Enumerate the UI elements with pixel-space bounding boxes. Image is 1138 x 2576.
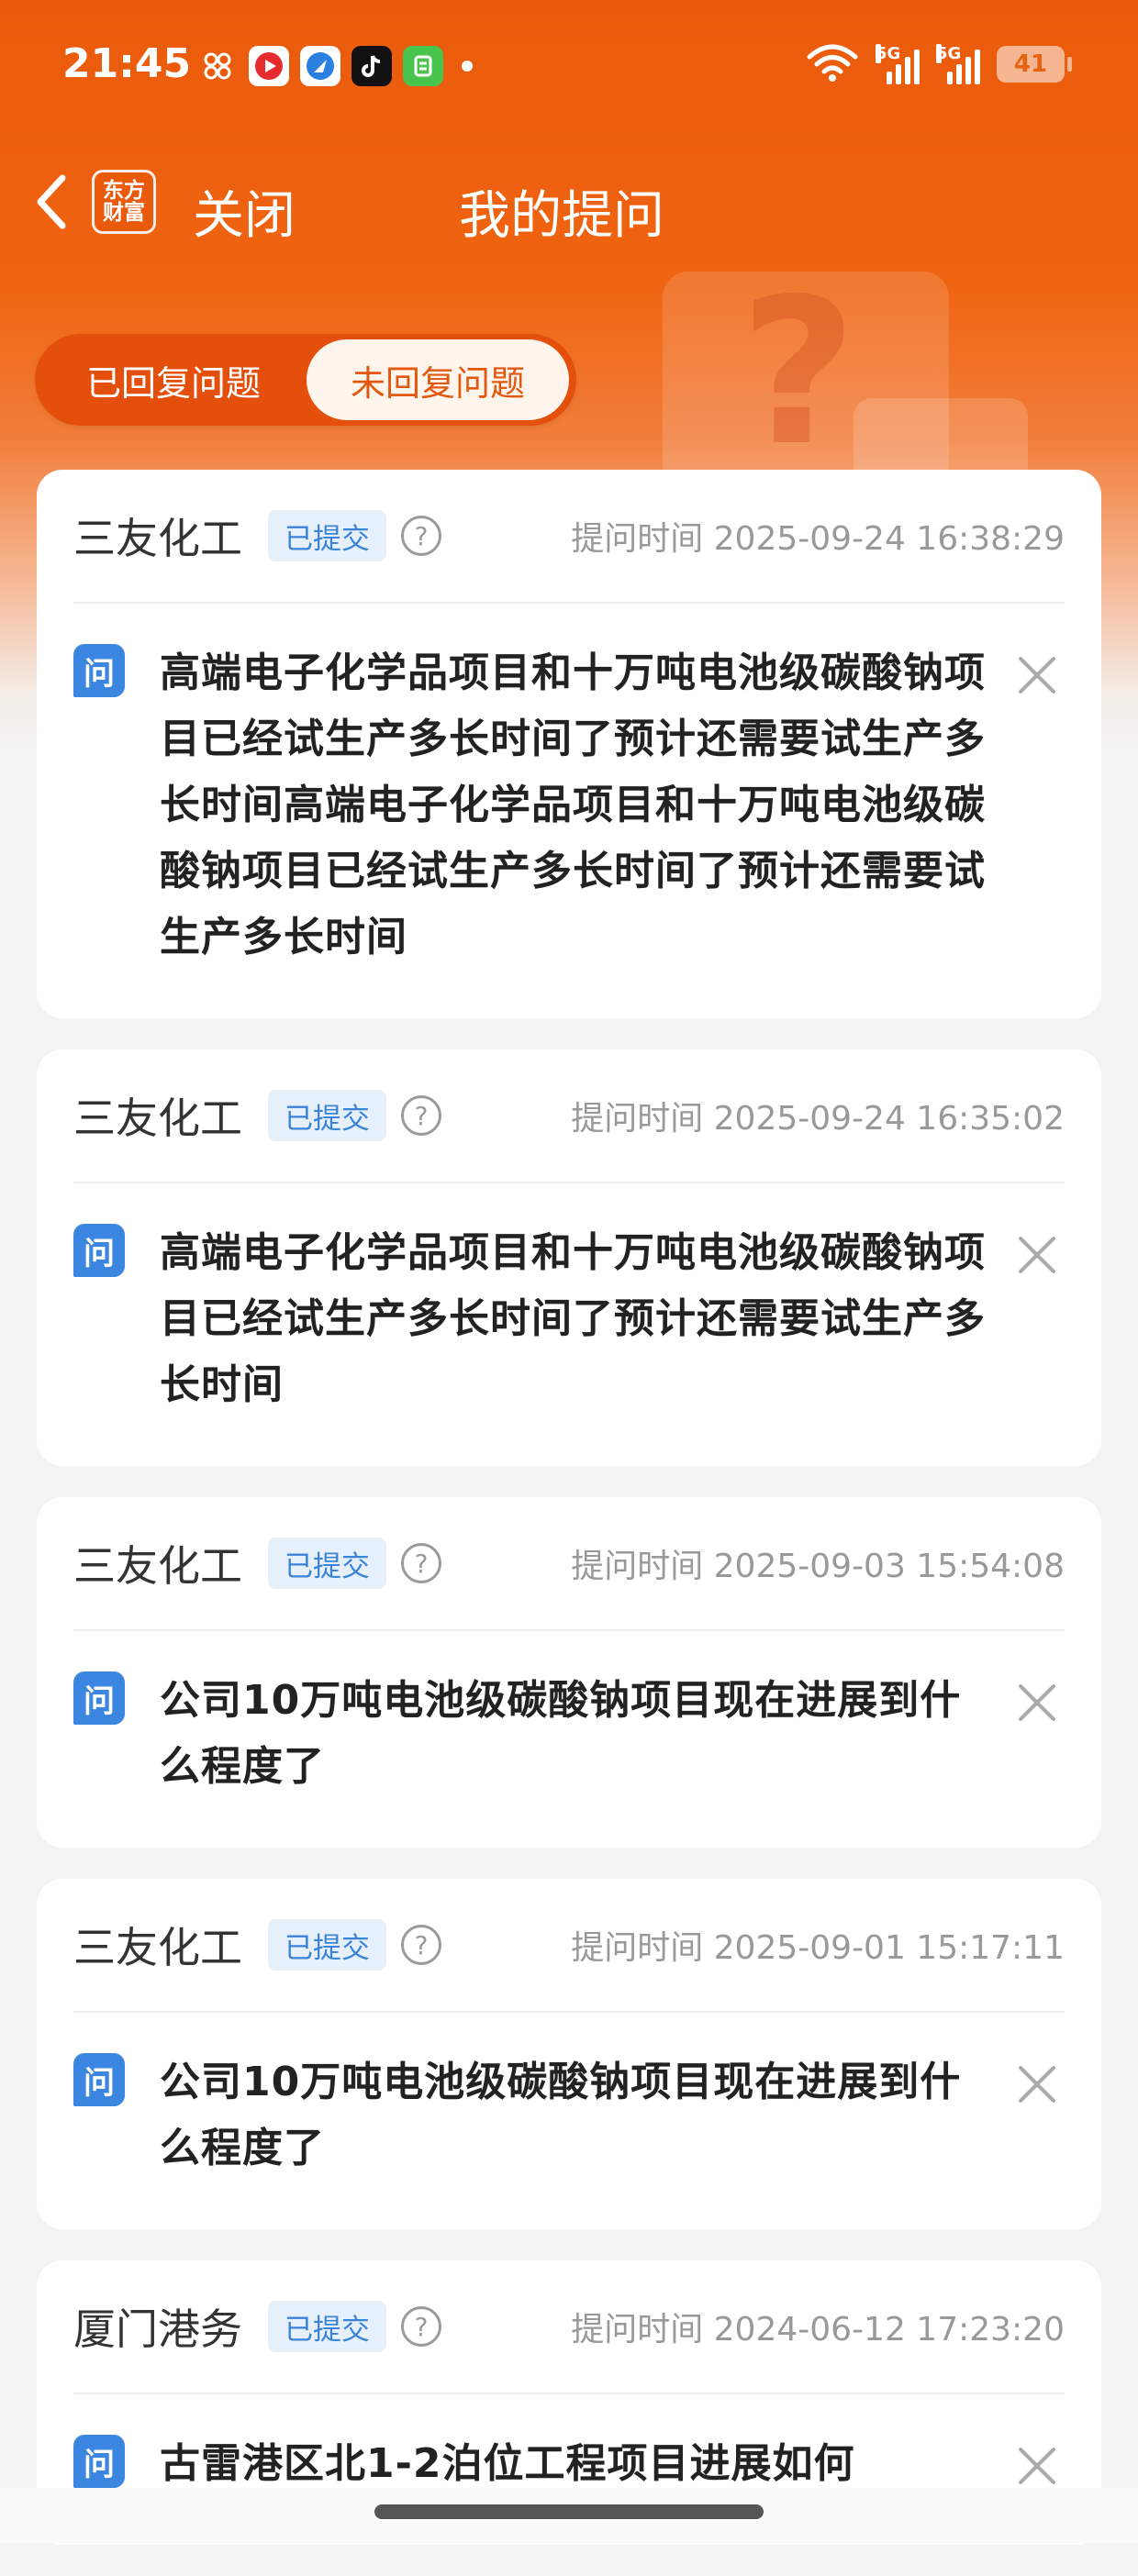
card-body: 问 公司10万吨电池级碳酸钠项目现在进展到什么程度了 bbox=[73, 1631, 1065, 1848]
delete-button[interactable] bbox=[1010, 2057, 1065, 2112]
delete-button[interactable] bbox=[1010, 2438, 1065, 2493]
delete-button[interactable] bbox=[1010, 648, 1065, 703]
wifi-icon bbox=[806, 42, 859, 86]
question-icon: 问 bbox=[73, 2053, 125, 2106]
card-header: 三友化工 已提交 ? 提问时间 2025-09-24 16:35:02 bbox=[73, 1049, 1065, 1183]
status-badge: 已提交 bbox=[268, 1919, 386, 1971]
network-type-2: 5G bbox=[936, 44, 962, 63]
help-icon[interactable]: ? bbox=[401, 1095, 441, 1136]
app-logo: 东方 财富 bbox=[92, 170, 156, 234]
question-icon: 问 bbox=[73, 1224, 125, 1277]
status-badge: 已提交 bbox=[268, 510, 386, 561]
tab-replied[interactable]: 已回复问题 bbox=[40, 339, 307, 420]
question-mark-illustration: ? bbox=[740, 255, 857, 490]
network-type-1: 5G bbox=[876, 44, 901, 63]
question-card[interactable]: 三友化工 已提交 ? 提问时间 2025-09-01 15:17:11 问 公司… bbox=[37, 1879, 1101, 2229]
notification-icons bbox=[197, 46, 473, 86]
help-icon[interactable]: ? bbox=[401, 1543, 441, 1583]
card-header: 三友化工 已提交 ? 提问时间 2025-09-03 15:54:08 bbox=[73, 1497, 1065, 1631]
question-text[interactable]: 高端电子化学品项目和十万吨电池级碳酸钠项目已经试生产多长时间了预计还需要试生产多… bbox=[160, 1220, 997, 1418]
help-icon[interactable]: ? bbox=[401, 1925, 441, 1965]
status-badge: 已提交 bbox=[268, 2301, 386, 2352]
card-body: 问 高端电子化学品项目和十万吨电池级碳酸钠项目已经试生产多长时间了预计还需要试生… bbox=[73, 604, 1065, 1018]
browser-app-icon bbox=[300, 46, 340, 86]
company-name[interactable]: 三友化工 bbox=[73, 1085, 242, 1146]
question-icon: 问 bbox=[73, 2435, 125, 2488]
question-time: 提问时间 2024-06-12 17:23:20 bbox=[571, 2311, 1065, 2348]
home-indicator[interactable] bbox=[374, 2504, 764, 2519]
question-icon: 问 bbox=[73, 644, 125, 697]
card-body: 问 高端电子化学品项目和十万吨电池级碳酸钠项目已经试生产多长时间了预计还需要试生… bbox=[73, 1183, 1065, 1466]
question-card[interactable]: 三友化工 已提交 ? 提问时间 2025-09-24 16:38:29 问 高端… bbox=[37, 470, 1101, 1018]
logo-line-2: 财富 bbox=[103, 201, 145, 225]
nav-bar: 东方 财富 关闭 我的提问 bbox=[0, 156, 1138, 248]
company-name[interactable]: 三友化工 bbox=[73, 1915, 242, 1975]
app-grid-icon bbox=[197, 46, 238, 86]
close-icon bbox=[1019, 657, 1055, 694]
question-icon: 问 bbox=[73, 1671, 125, 1725]
question-card[interactable]: 三友化工 已提交 ? 提问时间 2025-09-24 16:35:02 问 高端… bbox=[37, 1049, 1101, 1466]
tab-unreplied[interactable]: 未回复问题 bbox=[307, 339, 569, 420]
back-button[interactable] bbox=[22, 172, 81, 231]
delete-button[interactable] bbox=[1010, 1675, 1065, 1730]
close-icon bbox=[1019, 1684, 1055, 1721]
video-app-icon bbox=[249, 46, 289, 86]
question-list: 三友化工 已提交 ? 提问时间 2025-09-24 16:38:29 问 高端… bbox=[37, 470, 1101, 2576]
status-bar: 21:45 5G 5G 41 bbox=[0, 0, 1138, 138]
card-header: 三友化工 已提交 ? 提问时间 2025-09-01 15:17:11 bbox=[73, 1879, 1065, 2013]
card-body: 问 公司10万吨电池级碳酸钠项目现在进展到什么程度了 bbox=[73, 2013, 1065, 2229]
question-text[interactable]: 高端电子化学品项目和十万吨电池级碳酸钠项目已经试生产多长时间了预计还需要试生产多… bbox=[160, 640, 997, 971]
question-time: 提问时间 2025-09-24 16:38:29 bbox=[571, 520, 1065, 558]
question-text[interactable]: 公司10万吨电池级碳酸钠项目现在进展到什么程度了 bbox=[160, 2049, 997, 2182]
question-time: 提问时间 2025-09-03 15:54:08 bbox=[571, 1548, 1065, 1585]
status-indicators: 5G 5G 41 bbox=[806, 42, 1072, 86]
question-card[interactable]: 三友化工 已提交 ? 提问时间 2025-09-03 15:54:08 问 公司… bbox=[37, 1497, 1101, 1848]
tab-switcher: 已回复问题 未回复问题 bbox=[35, 334, 576, 426]
logo-line-1: 东方 bbox=[103, 178, 145, 203]
card-header: 厦门港务 已提交 ? 提问时间 2024-06-12 17:23:20 bbox=[73, 2260, 1065, 2394]
question-time: 提问时间 2025-09-24 16:35:02 bbox=[571, 1100, 1065, 1138]
card-header: 三友化工 已提交 ? 提问时间 2025-09-24 16:38:29 bbox=[73, 470, 1065, 604]
help-icon[interactable]: ? bbox=[401, 516, 441, 556]
company-name[interactable]: 三友化工 bbox=[73, 505, 242, 566]
close-icon bbox=[1019, 2448, 1055, 2484]
company-name[interactable]: 三友化工 bbox=[73, 1533, 242, 1593]
status-time: 21:45 bbox=[62, 40, 192, 87]
signal-icon-2: 5G bbox=[936, 44, 980, 84]
battery-level: 41 bbox=[1013, 50, 1048, 78]
help-icon[interactable]: ? bbox=[401, 2306, 441, 2347]
signal-icon-1: 5G bbox=[876, 44, 920, 84]
question-text[interactable]: 公司10万吨电池级碳酸钠项目现在进展到什么程度了 bbox=[160, 1668, 997, 1800]
more-notifications-dot bbox=[462, 61, 473, 72]
question-time: 提问时间 2025-09-01 15:17:11 bbox=[571, 1929, 1065, 1967]
status-badge: 已提交 bbox=[268, 1090, 386, 1141]
battery-icon: 41 bbox=[997, 46, 1072, 83]
company-name[interactable]: 厦门港务 bbox=[73, 2296, 242, 2357]
status-badge: 已提交 bbox=[268, 1538, 386, 1589]
delete-button[interactable] bbox=[1010, 1227, 1065, 1282]
close-icon bbox=[1019, 2066, 1055, 2103]
close-icon bbox=[1019, 1237, 1055, 1273]
chevron-left-icon bbox=[37, 174, 66, 229]
close-button[interactable]: 关闭 bbox=[193, 174, 296, 249]
tiktok-app-icon bbox=[351, 46, 392, 86]
chat-app-icon bbox=[403, 46, 443, 86]
page-title: 我的提问 bbox=[459, 186, 664, 246]
